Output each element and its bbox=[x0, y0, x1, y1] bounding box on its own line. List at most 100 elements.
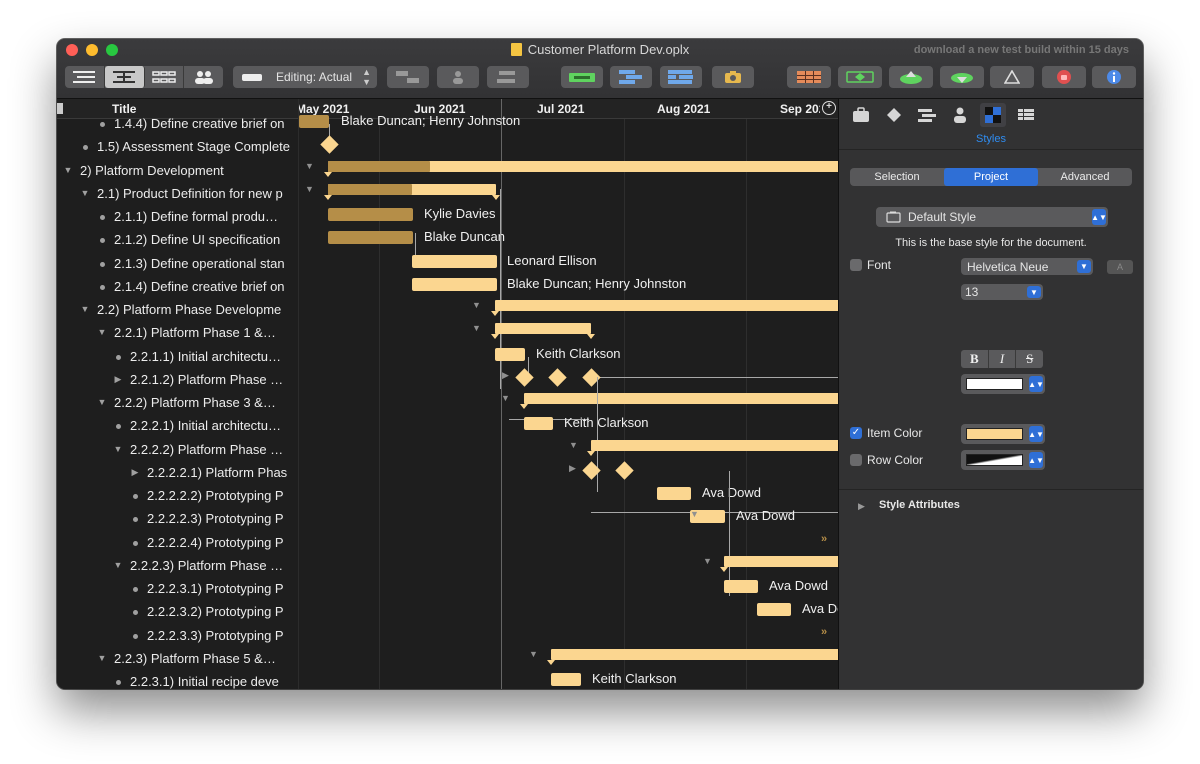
disclosure-expanded-icon[interactable]: ▼ bbox=[96, 647, 108, 670]
more-content-indicator[interactable]: » bbox=[821, 533, 827, 545]
task-bar[interactable] bbox=[551, 673, 581, 686]
task-title[interactable]: 2.2.2.3.1) Prototyping P bbox=[147, 577, 284, 600]
resource-inspector-tab[interactable] bbox=[947, 103, 973, 127]
task-title[interactable]: 2.2) Platform Phase Developme bbox=[97, 298, 281, 321]
outline-row[interactable]: 2.1.1) Define formal produ… bbox=[57, 205, 298, 228]
task-title[interactable]: 2.2.3) Platform Phase 5 &… bbox=[114, 647, 276, 670]
task-title[interactable]: 2.2.2.2.3) Prototyping P bbox=[147, 507, 284, 530]
line-style-popup[interactable]: ▲▼ bbox=[961, 374, 1045, 394]
gantt-view-button[interactable] bbox=[104, 66, 145, 88]
task-title[interactable]: 2.2.2.2.4) Prototyping P bbox=[147, 531, 284, 554]
task-title[interactable]: 2.2.1.1) Initial architectu… bbox=[130, 345, 281, 368]
task-title[interactable]: 2.2.2.3.2) Prototyping P bbox=[147, 600, 284, 623]
style-attributes-header[interactable]: Style Attributes bbox=[879, 499, 960, 511]
font-size-field[interactable]: 13 ▼ bbox=[961, 284, 1043, 300]
project-inspector-tab[interactable] bbox=[848, 103, 874, 127]
outline-row[interactable]: 2.1.4) Define creative brief on bbox=[57, 275, 298, 298]
disclosure-expanded-icon[interactable]: ▼ bbox=[79, 182, 91, 205]
task-title[interactable]: 2.2.2.1) Initial architectu… bbox=[130, 414, 281, 437]
task-title[interactable]: 2.1.2) Define UI specification bbox=[114, 228, 280, 251]
task-bar[interactable] bbox=[412, 254, 497, 268]
row-color-checkbox[interactable] bbox=[850, 454, 862, 466]
baseline-button[interactable] bbox=[990, 66, 1034, 88]
disclosure-expanded-icon[interactable]: ▼ bbox=[96, 321, 108, 344]
outline-row[interactable]: ▼ 2.2.2.3) Platform Phase … bbox=[57, 554, 298, 577]
outline-row[interactable]: 2.2.2.1) Initial architectu… bbox=[57, 414, 298, 437]
task-title[interactable]: 2.2.2.2.2) Prototyping P bbox=[147, 484, 284, 507]
disclosure-expanded-icon[interactable]: ▼ bbox=[96, 391, 108, 414]
task-title[interactable]: 2) Platform Development bbox=[80, 159, 224, 182]
task-title[interactable]: 1.5) Assessment Stage Complete bbox=[97, 135, 290, 158]
schedule-inspector-tab[interactable] bbox=[914, 103, 940, 127]
connect-tasks-button[interactable] bbox=[387, 66, 429, 88]
outline-row[interactable]: 2.2.1.1) Initial architectu… bbox=[57, 345, 298, 368]
task-title[interactable]: 2.2.2.2.1) Platform Phas bbox=[147, 461, 287, 484]
network-view-button[interactable] bbox=[145, 66, 185, 88]
outline-row[interactable]: ▼ 2.2.2) Platform Phase 3 &… bbox=[57, 391, 298, 414]
outline-row[interactable]: 2.2.3.1) Initial recipe deve bbox=[57, 670, 298, 689]
resource-view-button[interactable] bbox=[184, 66, 223, 88]
collapse-group-icon[interactable]: ▼ bbox=[472, 323, 481, 333]
item-color-well[interactable]: ▲▼ bbox=[961, 424, 1045, 444]
font-checkbox[interactable] bbox=[850, 259, 862, 271]
task-title[interactable]: 2.2.2.3) Platform Phase … bbox=[130, 554, 283, 577]
italic-button[interactable]: I bbox=[989, 350, 1017, 368]
outline-row[interactable]: 2.2.2.3.2) Prototyping P bbox=[57, 600, 298, 623]
collapse-group-icon[interactable]: ▼ bbox=[472, 300, 481, 310]
task-bar[interactable] bbox=[495, 347, 525, 361]
milestone-diamond[interactable] bbox=[548, 368, 567, 387]
group-bar[interactable] bbox=[551, 648, 838, 660]
row-color-well[interactable]: ▲▼ bbox=[961, 450, 1045, 470]
outline-row[interactable]: ▶ 2.2.2.2.1) Platform Phas bbox=[57, 461, 298, 484]
task-title[interactable]: 2.2.2.3.3) Prototyping P bbox=[147, 624, 284, 647]
collapse-group-icon[interactable]: ▼ bbox=[529, 649, 538, 659]
disclosure-expanded-icon[interactable]: ▼ bbox=[79, 298, 91, 321]
task-title[interactable]: 2.2.1) Platform Phase 1 &… bbox=[114, 321, 276, 344]
disclosure-expanded-icon[interactable]: ▼ bbox=[62, 159, 74, 182]
snapshot-button[interactable] bbox=[712, 66, 754, 88]
update-button[interactable] bbox=[940, 66, 984, 88]
outline-row[interactable]: ▼ 2.2.1) Platform Phase 1 &… bbox=[57, 321, 298, 344]
outline-row[interactable]: 1.4.4) Define creative brief on bbox=[57, 112, 298, 135]
task-bar[interactable] bbox=[724, 580, 758, 593]
task-bar[interactable] bbox=[328, 208, 413, 221]
collapse-group-icon[interactable]: ▼ bbox=[703, 556, 712, 566]
zoom-icon[interactable]: + bbox=[822, 101, 836, 115]
columns-inspector-tab[interactable] bbox=[1013, 103, 1039, 127]
disclosure-collapsed-icon[interactable]: ▶ bbox=[112, 368, 124, 391]
task-title[interactable]: 2.1.3) Define operational stan bbox=[114, 252, 285, 275]
advanced-segment[interactable]: Advanced bbox=[1038, 168, 1132, 186]
group-bar[interactable] bbox=[591, 439, 838, 451]
inspector-button[interactable] bbox=[1092, 66, 1136, 88]
expand-group-icon[interactable]: ▶ bbox=[502, 370, 509, 381]
task-title[interactable]: 2.1.4) Define creative brief on bbox=[114, 275, 285, 298]
project-segment[interactable]: Project bbox=[944, 168, 1038, 186]
style-popup[interactable]: Default Style ▲▼ bbox=[876, 207, 1108, 227]
collapse-group-icon[interactable]: ▼ bbox=[305, 184, 314, 194]
task-bar[interactable] bbox=[328, 231, 413, 245]
group-bar[interactable] bbox=[724, 555, 838, 567]
outline-view-button[interactable] bbox=[65, 66, 105, 88]
outline-row[interactable]: ▼ 2.1) Product Definition for new p bbox=[57, 182, 298, 205]
outline-row[interactable]: 2.2.2.2.3) Prototyping P bbox=[57, 507, 298, 530]
task-title[interactable]: 1.4.4) Define creative brief on bbox=[114, 112, 285, 135]
font-color-button[interactable]: A bbox=[1107, 260, 1133, 274]
export-button[interactable] bbox=[838, 66, 882, 88]
collapse-group-icon[interactable]: ▼ bbox=[569, 440, 578, 450]
task-bar[interactable] bbox=[657, 487, 691, 500]
group-bar[interactable] bbox=[524, 393, 838, 404]
outline-row[interactable]: 2.2.2.3.3) Prototyping P bbox=[57, 624, 298, 647]
catch-up-button[interactable] bbox=[610, 66, 652, 88]
task-bar[interactable] bbox=[299, 115, 329, 128]
task-bar[interactable] bbox=[412, 277, 497, 291]
outline-row[interactable]: 2.2.2.2.4) Prototyping P bbox=[57, 531, 298, 554]
item-color-checkbox[interactable]: ✓ bbox=[850, 427, 862, 439]
table-button[interactable] bbox=[787, 66, 831, 88]
task-title[interactable]: 2.2.1.2) Platform Phase … bbox=[130, 368, 283, 391]
editing-mode-popup[interactable]: Editing: Actual ▲ ▼ bbox=[233, 66, 377, 88]
strikethrough-button[interactable]: S bbox=[1016, 350, 1043, 368]
disclosure-expanded-icon[interactable]: ▼ bbox=[112, 438, 124, 461]
task-title[interactable]: 2.2.3.1) Initial recipe deve bbox=[130, 670, 279, 689]
milestone-diamond[interactable] bbox=[320, 135, 339, 154]
outline-row[interactable]: ▼ 2.2.2.2) Platform Phase … bbox=[57, 438, 298, 461]
